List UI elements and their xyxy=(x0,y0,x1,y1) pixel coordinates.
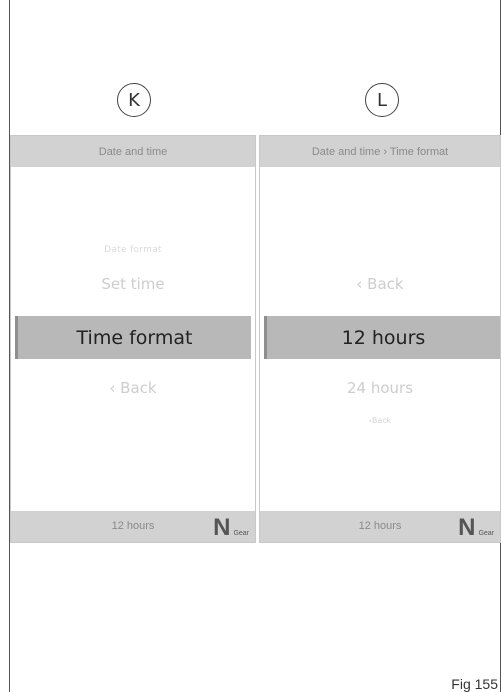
panel-l-footer: 12 hours N Gear xyxy=(260,511,500,542)
menu-item-set-time[interactable]: Set time xyxy=(11,275,255,293)
gear-glyph: N xyxy=(213,514,231,541)
menu-item-time-format-selected[interactable]: Time format xyxy=(15,316,251,359)
panel-l-screen: Date and time › Time format ‹ Back 12 ho… xyxy=(259,135,501,543)
panel-k-label: K xyxy=(117,83,151,117)
gear-indicator: N Gear xyxy=(213,514,249,541)
panel-k-header: Date and time xyxy=(11,136,255,167)
figure-label: Fig 155 xyxy=(451,676,498,692)
gear-glyph: N xyxy=(458,514,476,541)
gear-label: Gear xyxy=(478,530,494,537)
menu-item-24-hours[interactable]: 24 hours xyxy=(260,379,500,397)
gear-indicator: N Gear xyxy=(458,514,494,541)
panel-l-header: Date and time › Time format xyxy=(260,136,500,167)
menu-item-back-faint[interactable]: ‹Back xyxy=(260,416,500,425)
menu-item-12-hours-selected[interactable]: 12 hours xyxy=(264,316,500,359)
menu-item-back[interactable]: ‹ Back xyxy=(11,379,255,397)
menu-item-date-format[interactable]: Date format xyxy=(11,245,255,257)
menu-item-back[interactable]: ‹ Back xyxy=(260,275,500,293)
panel-l-label: L xyxy=(365,83,399,117)
panel-k-screen: Date and time Date format Set time Time … xyxy=(10,135,256,543)
gear-label: Gear xyxy=(233,530,249,537)
panel-k-footer: 12 hours N Gear xyxy=(11,511,255,542)
